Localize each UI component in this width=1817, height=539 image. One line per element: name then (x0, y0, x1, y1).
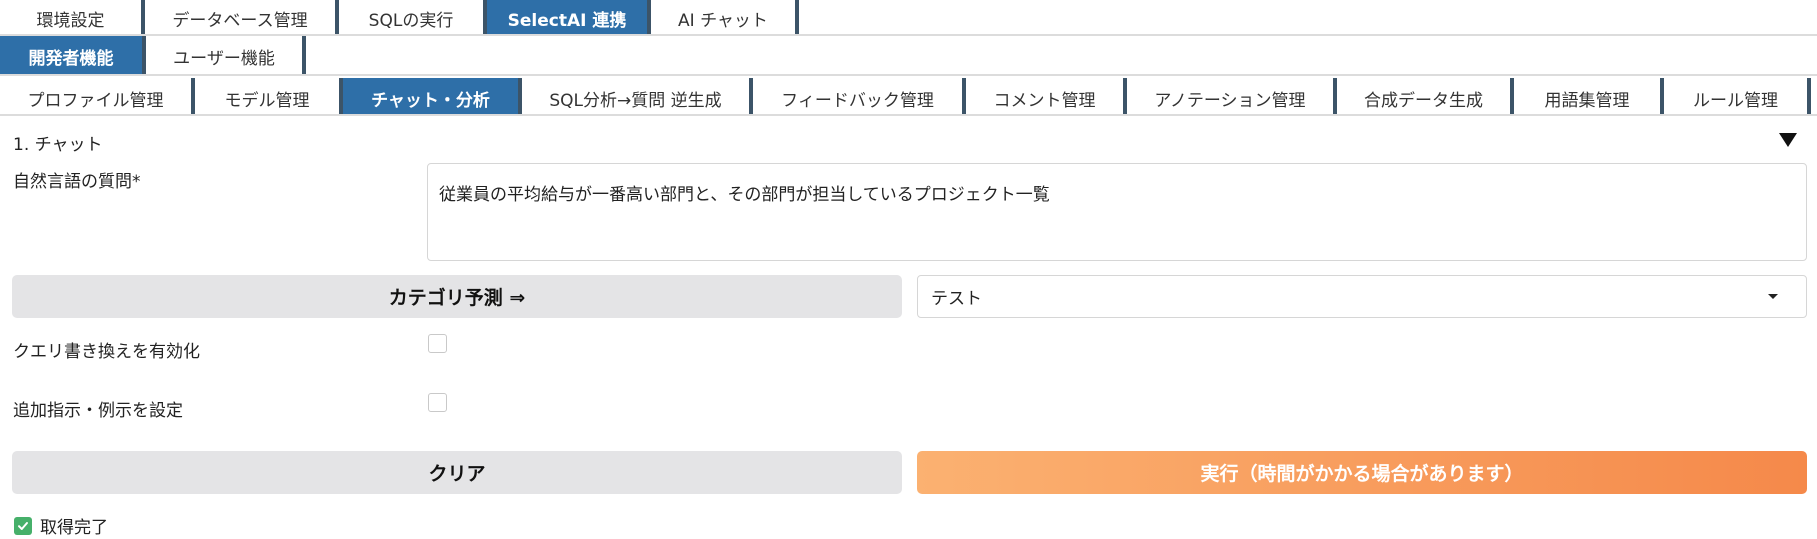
caret-down-icon (1768, 294, 1778, 299)
category-select[interactable]: テスト (917, 275, 1807, 318)
main-tab-bar: 環境設定 データベース管理 SQLの実行 SelectAI 連携 AI チャット (0, 0, 1817, 36)
tab-glossary-management[interactable]: 用語集管理 (1510, 78, 1660, 114)
tab-selectai[interactable]: SelectAI 連携 (487, 0, 651, 34)
tab-synthetic-data[interactable]: 合成データ生成 (1333, 78, 1510, 114)
tab-sql-execution[interactable]: SQLの実行 (339, 0, 487, 34)
query-rewrite-label: クエリ書き換えを有効化 (13, 342, 200, 362)
status-text: 取得完了 (40, 518, 108, 538)
category-predict-button[interactable]: カテゴリ予測 ⇒ (12, 275, 902, 318)
check-icon (14, 516, 32, 535)
section-title[interactable]: 1. チャット (13, 130, 102, 155)
tab-chat-analysis[interactable]: チャット・分析 (339, 78, 518, 114)
tab-database-management[interactable]: データベース管理 (145, 0, 339, 34)
tab-annotation-management[interactable]: アノテーション管理 (1123, 78, 1333, 114)
clear-button[interactable]: クリア (12, 451, 902, 494)
run-button[interactable]: 実行（時間がかかる場合があります） (917, 451, 1807, 494)
tab-user-features[interactable]: ユーザー機能 (146, 36, 306, 74)
question-textarea[interactable]: 従業員の平均給与が一番高い部門と、その部門が担当しているプロジェクト一覧 (427, 163, 1807, 261)
status-indicator: 取得完了 (14, 513, 108, 538)
tab-comment-management[interactable]: コメント管理 (962, 78, 1123, 114)
tab-ai-chat[interactable]: AI チャット (651, 0, 799, 34)
tab-rule-management[interactable]: ルール管理 (1660, 78, 1811, 114)
category-select-value: テスト (931, 289, 982, 309)
tab-sql-reverse-generation[interactable]: SQL分析→質問 逆生成 (518, 78, 749, 114)
role-tab-bar: 開発者機能 ユーザー機能 (0, 36, 1817, 76)
developer-tab-bar: プロファイル管理 モデル管理 チャット・分析 SQL分析→質問 逆生成 フィード… (0, 78, 1817, 116)
query-rewrite-checkbox[interactable] (428, 334, 447, 353)
tab-model-management[interactable]: モデル管理 (191, 78, 339, 114)
tab-developer-features[interactable]: 開発者機能 (0, 36, 146, 74)
extra-instructions-label: 追加指示・例示を設定 (13, 401, 183, 421)
collapse-triangle-icon[interactable] (1779, 133, 1797, 147)
tab-environment-settings[interactable]: 環境設定 (0, 0, 145, 34)
tab-profile-management[interactable]: プロファイル管理 (0, 78, 191, 114)
question-label: 自然言語の質問* (13, 172, 141, 192)
tab-feedback-management[interactable]: フィードバック管理 (749, 78, 962, 114)
extra-instructions-checkbox[interactable] (428, 393, 447, 412)
